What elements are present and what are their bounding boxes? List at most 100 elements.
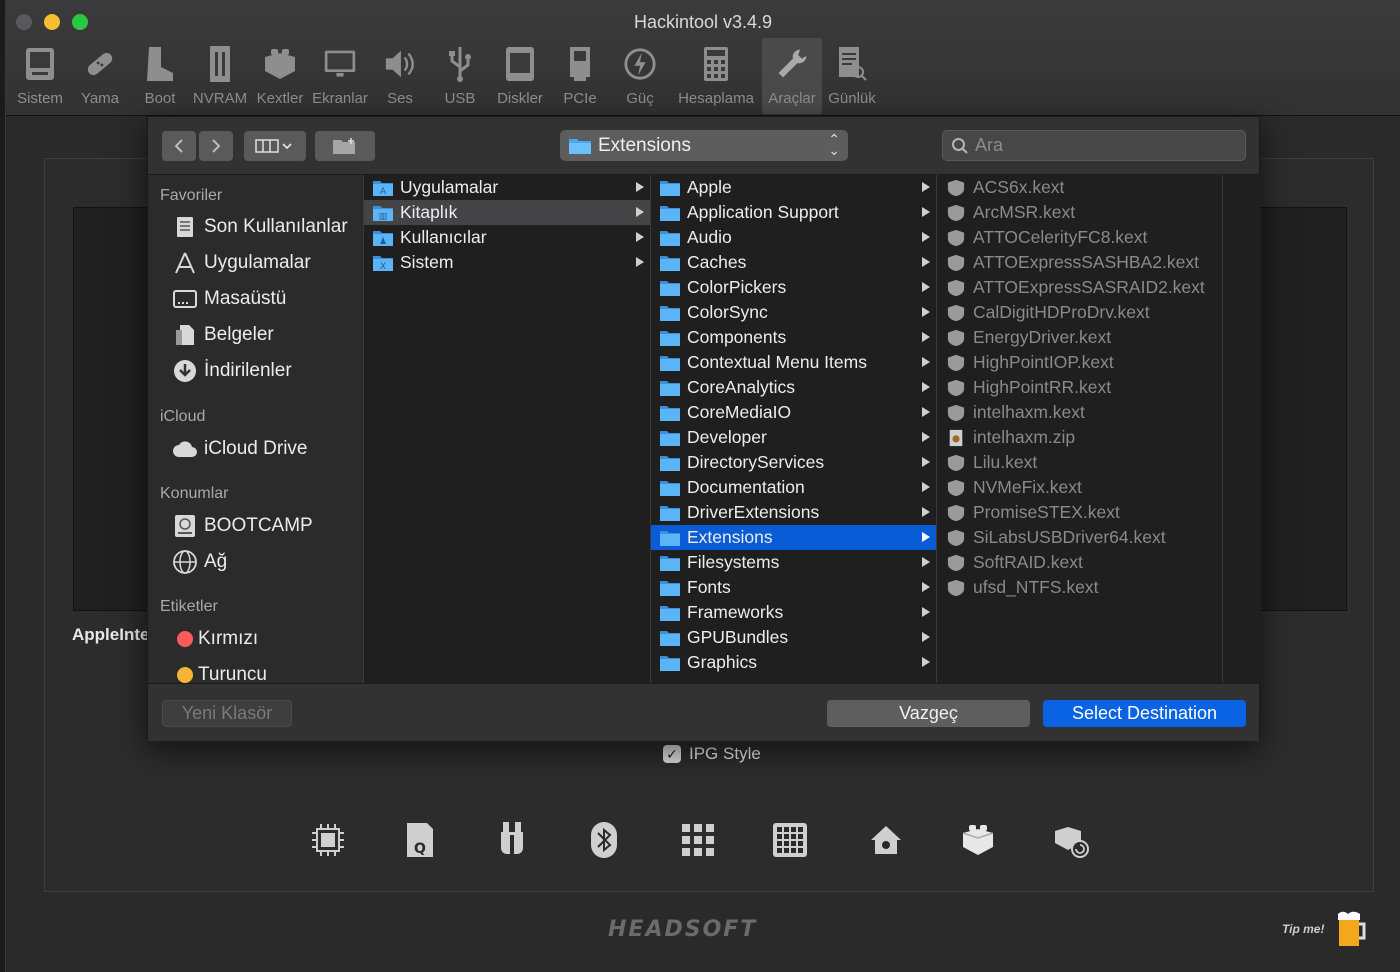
column-2-item[interactable]: GPUBundles <box>651 625 936 650</box>
forward-button[interactable] <box>199 131 233 161</box>
cancel-button[interactable]: Vazgeç <box>827 700 1030 727</box>
grid-apps-icon[interactable] <box>678 818 718 862</box>
column-2-item[interactable]: Caches <box>651 250 936 275</box>
search-field[interactable]: Ara <box>942 130 1246 161</box>
disclosure-arrow-icon <box>636 182 644 192</box>
toolbar-item-usb[interactable]: USB <box>430 38 490 114</box>
chevron-right-icon <box>212 139 221 153</box>
ipg-style-checkbox[interactable]: ✓ IPG Style <box>663 744 761 764</box>
column-3-item[interactable]: ArcMSR.kext <box>937 200 1222 225</box>
sidebar-item-favorite[interactable]: Belgeler <box>172 320 274 350</box>
tip-me-label[interactable]: Tip me! <box>1282 922 1324 936</box>
column-2-item[interactable]: Fonts <box>651 575 936 600</box>
column-2-item[interactable]: ColorSync <box>651 300 936 325</box>
new-folder-button[interactable]: Yeni Klasör <box>162 700 292 727</box>
column-3-item[interactable]: ATTOExpressSASHBA2.kext <box>937 250 1222 275</box>
view-mode-button[interactable] <box>244 131 306 161</box>
disclosure-arrow-icon <box>922 207 930 217</box>
toolbar-item-calculator[interactable]: Hesaplama <box>670 38 762 114</box>
sidebar-item-favorite[interactable]: Uygulamalar <box>172 248 311 278</box>
sd-card-icon[interactable]: Q <box>400 818 440 862</box>
column-2-item[interactable]: Application Support <box>651 200 936 225</box>
sidebar-item-favorite[interactable]: Son Kullanılanlar <box>172 212 348 242</box>
column-3-item[interactable]: SoftRAID.kext <box>937 550 1222 575</box>
sidebar-item-location[interactable]: BOOTCAMP <box>172 511 313 541</box>
toolbar-item-lego[interactable]: Kextler <box>250 38 310 114</box>
new-folder-toolbar-button[interactable] <box>315 131 375 161</box>
toolbar-item-boot[interactable]: Boot <box>130 38 190 114</box>
column-3-item[interactable]: PromiseSTEX.kext <box>937 500 1222 525</box>
column-3-item[interactable]: EnergyDriver.kext <box>937 325 1222 350</box>
column-3-item[interactable]: ATTOExpressSASRAID2.kext <box>937 275 1222 300</box>
lego-brick-icon[interactable] <box>958 818 998 862</box>
column-2-item[interactable]: Documentation <box>651 475 936 500</box>
column-3-item[interactable]: HighPointIOP.kext <box>937 350 1222 375</box>
location-popup[interactable]: Extensions ⌃ ⌄ <box>560 130 848 161</box>
column-2-item[interactable]: Filesystems <box>651 550 936 575</box>
select-destination-button[interactable]: Select Destination <box>1043 700 1246 727</box>
toolbar-item-disk[interactable]: Diskler <box>490 38 550 114</box>
column-2-item[interactable]: CoreAnalytics <box>651 375 936 400</box>
folder-icon: A <box>372 179 400 197</box>
item-label: SiLabsUSBDriver64.kext <box>973 527 1166 547</box>
folder-icon <box>659 454 687 472</box>
sidebar-item-icloud-drive[interactable]: iCloud Drive <box>172 434 307 464</box>
sidebar-item-tag[interactable]: Kırmızı <box>172 624 258 654</box>
column-2-item[interactable]: Extensions <box>651 525 936 550</box>
sidebar-item-label: Belgeler <box>204 324 274 345</box>
column-1-item[interactable]: A Uygulamalar <box>364 175 650 200</box>
column-3-item[interactable]: ACS6x.kext <box>937 175 1222 200</box>
applications-icon <box>172 250 198 276</box>
kext-bundle-icon <box>945 379 973 397</box>
column-2-item[interactable]: Contextual Menu Items <box>651 350 936 375</box>
browser-column-3: ACS6x.kext ArcMSR.kext ATTOCelerityFC8.kex… <box>936 175 1222 683</box>
column-1-item[interactable]: X Sistem <box>364 250 650 275</box>
sidebar-item-location[interactable]: Ağ <box>172 547 227 577</box>
column-3-item[interactable]: intelhaxm.kext <box>937 400 1222 425</box>
toolbar-item-bandage[interactable]: Yama <box>70 38 130 114</box>
column-2-item[interactable]: Components <box>651 325 936 350</box>
home-icon[interactable] <box>866 818 906 862</box>
toolbar-item-wrench[interactable]: Araçlar <box>762 38 822 114</box>
keyboard-grid-icon[interactable] <box>770 818 810 862</box>
folder-icon <box>659 254 687 272</box>
lego-refresh-icon[interactable] <box>1052 818 1092 862</box>
column-3-item[interactable]: CalDigitHDProDrv.kext <box>937 300 1222 325</box>
bluetooth-icon[interactable] <box>584 818 624 862</box>
tag-dot-icon <box>177 631 193 647</box>
column-2-item[interactable]: DirectoryServices <box>651 450 936 475</box>
item-label: Lilu.kext <box>973 452 1038 472</box>
toolbar-item-speaker[interactable]: Ses <box>370 38 430 114</box>
sidebar-item-favorite[interactable]: Masaüstü <box>172 284 286 314</box>
beer-icon[interactable] <box>1336 910 1368 955</box>
column-3-item[interactable]: ufsd_NTFS.kext <box>937 575 1222 600</box>
sidebar-item-tag[interactable]: Turuncu <box>172 660 267 683</box>
sidebar-item-favorite[interactable]: İndirilenler <box>172 356 292 386</box>
toolbar-item-pcie[interactable]: PCIe <box>550 38 610 114</box>
column-3-item[interactable]: SiLabsUSBDriver64.kext <box>937 525 1222 550</box>
column-1-item[interactable]: ▥ Kitaplık <box>364 200 650 225</box>
column-2-item[interactable]: Apple <box>651 175 936 200</box>
column-2-item[interactable]: DriverExtensions <box>651 500 936 525</box>
column-1-item[interactable]: ♟ Kullanıcılar <box>364 225 650 250</box>
column-3-item[interactable]: Lilu.kext <box>937 450 1222 475</box>
column-2-item[interactable]: Frameworks <box>651 600 936 625</box>
usb-plug-icon[interactable] <box>492 818 532 862</box>
column-3-item[interactable]: NVMeFix.kext <box>937 475 1222 500</box>
toolbar-item-display[interactable]: Ekranlar <box>310 38 370 114</box>
toolbar-item-log[interactable]: Günlük <box>822 38 882 114</box>
column-3-item[interactable]: ATTOCelerityFC8.kext <box>937 225 1222 250</box>
column-2-item[interactable]: Developer <box>651 425 936 450</box>
toolbar-item-power[interactable]: Güç <box>610 38 670 114</box>
toolbar-item-computer[interactable]: Sistem <box>10 38 70 114</box>
column-2-item[interactable]: Audio <box>651 225 936 250</box>
column-3-item[interactable]: HighPointRR.kext <box>937 375 1222 400</box>
column-2-item[interactable]: CoreMediaIO <box>651 400 936 425</box>
back-button[interactable] <box>162 131 196 161</box>
toolbar-item-memory[interactable]: NVRAM <box>190 38 250 114</box>
cpu-icon[interactable] <box>308 818 348 862</box>
column-2-item[interactable]: ColorPickers <box>651 275 936 300</box>
kext-bundle-icon <box>945 229 973 247</box>
column-3-item[interactable]: intelhaxm.zip <box>937 425 1222 450</box>
column-2-item[interactable]: Graphics <box>651 650 936 675</box>
